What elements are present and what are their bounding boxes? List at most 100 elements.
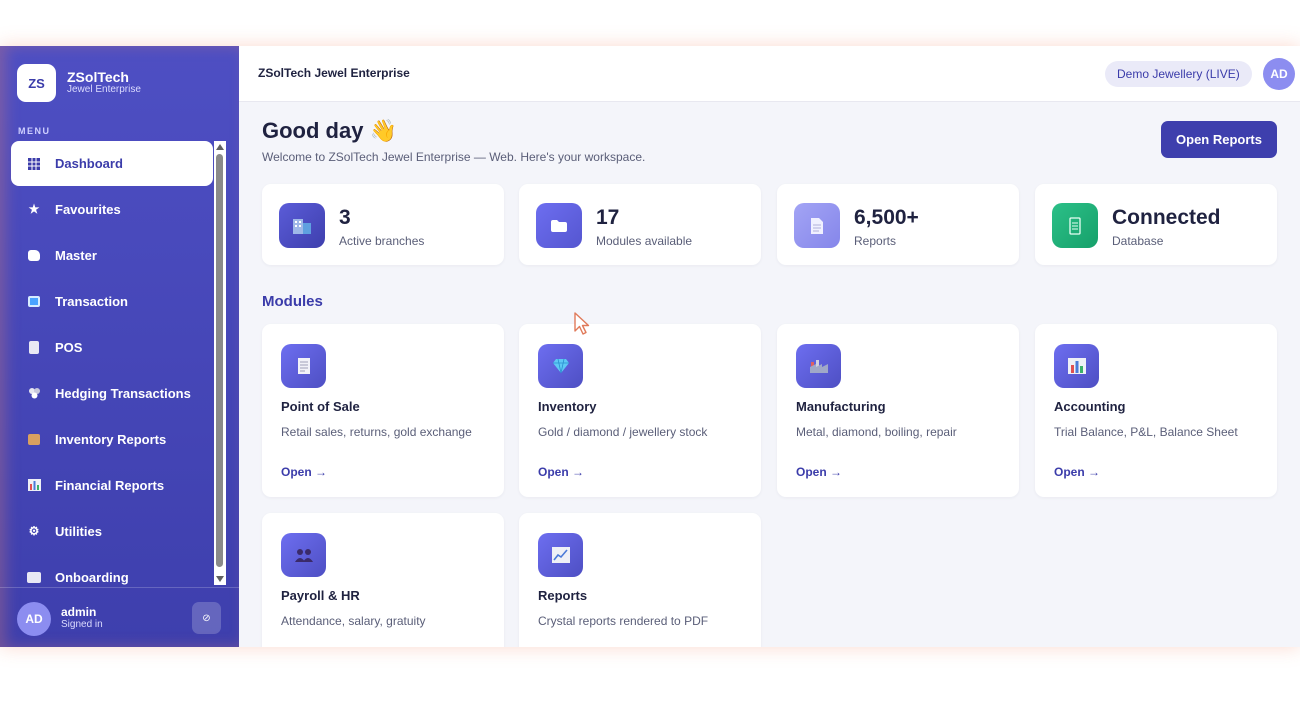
menu-label: MENU: [18, 126, 51, 136]
sidebar-item-financial-reports[interactable]: Financial Reports: [11, 462, 213, 508]
document-icon: [794, 203, 840, 248]
brand-name: ZSolTech: [67, 69, 129, 86]
sidebar-item-label: POS: [55, 339, 83, 355]
scroll-down-arrow-icon[interactable]: [216, 576, 224, 582]
top-avatar[interactable]: AD: [1263, 58, 1295, 90]
module-card-reports[interactable]: Reports Crystal reports rendered to PDF: [519, 513, 761, 647]
people-icon: [281, 533, 326, 577]
sidebar-item-label: Dashboard: [55, 156, 123, 171]
line-chart-icon: [538, 533, 583, 577]
environment-badge[interactable]: Demo Jewellery (LIVE): [1105, 61, 1252, 87]
stat-label: Modules available: [596, 234, 693, 248]
brand-subtitle: Jewel Enterprise: [67, 84, 141, 96]
page-title: Good day 👋: [262, 118, 397, 143]
module-description: Gold / diamond / jewellery stock: [538, 425, 708, 439]
module-title: Accounting: [1054, 399, 1126, 414]
sidebar-nav: Dashboard ★ Favourites Master Transactio…: [11, 141, 213, 600]
sidebar-item-favourites[interactable]: ★ Favourites: [11, 186, 213, 232]
receipt-icon: [281, 344, 326, 388]
module-description: Trial Balance, P&L, Balance Sheet: [1054, 425, 1238, 439]
stat-label: Reports: [854, 234, 897, 248]
stat-value: 17: [596, 206, 620, 229]
user-status: Signed in: [61, 619, 103, 630]
sidebar-item-label: Transaction: [55, 293, 128, 309]
brand[interactable]: ZS ZSolTech Jewel Enterprise: [17, 64, 141, 102]
stat-card-reports: 6,500+ Reports: [777, 184, 1019, 265]
receipt-icon: [27, 340, 41, 354]
module-card-inventory[interactable]: Inventory Gold / diamond / jewellery sto…: [519, 324, 761, 497]
module-title: Point of Sale: [281, 399, 360, 414]
bar-chart-icon: [1054, 344, 1099, 388]
mouse-cursor-icon: [574, 312, 590, 335]
folder-icon: [27, 248, 41, 262]
folder-icon: [536, 203, 582, 248]
sidebar-scrollbar[interactable]: [214, 141, 226, 585]
sidebar-item-hedging-transactions[interactable]: Hedging Transactions: [11, 370, 213, 416]
module-title: Manufacturing: [796, 399, 886, 414]
sidebar-item-inventory-reports[interactable]: Inventory Reports: [11, 416, 213, 462]
module-title: Inventory: [538, 399, 597, 414]
sidebar-item-utilities[interactable]: ⚙ Utilities: [11, 508, 213, 554]
star-icon: ★: [28, 202, 40, 216]
welcome-text: Welcome to ZSolTech Jewel Enterprise — W…: [262, 150, 646, 164]
open-link[interactable]: Open →: [281, 465, 327, 479]
stat-value: 6,500+: [854, 206, 919, 229]
app-window: ZS ZSolTech Jewel Enterprise MENU Dashbo…: [0, 46, 1300, 647]
stat-card-database: Connected Database: [1035, 184, 1277, 265]
user-panel: AD admin Signed in ⊘: [0, 587, 239, 647]
module-card-manufacturing[interactable]: Manufacturing Metal, diamond, boiling, r…: [777, 324, 1019, 497]
modules-heading: Modules: [262, 293, 323, 310]
sidebar-item-label: Favourites: [55, 201, 121, 217]
module-title: Payroll & HR: [281, 588, 360, 603]
open-link[interactable]: Open →: [1054, 465, 1100, 479]
stat-value: 3: [339, 206, 351, 229]
sidebar-item-transaction[interactable]: Transaction: [11, 278, 213, 324]
box-icon: [27, 432, 41, 446]
app-title: ZSolTech Jewel Enterprise: [258, 66, 410, 80]
factory-icon: [796, 344, 841, 388]
sidebar-item-master[interactable]: Master: [11, 232, 213, 278]
open-link[interactable]: Open →: [796, 465, 842, 479]
transfer-icon: [27, 294, 41, 308]
user-name: admin: [61, 605, 97, 619]
building-icon: [279, 203, 325, 248]
sidebar-item-dashboard[interactable]: Dashboard: [11, 141, 213, 186]
module-card-accounting[interactable]: Accounting Trial Balance, P&L, Balance S…: [1035, 324, 1277, 497]
open-link[interactable]: Open →: [538, 465, 584, 479]
logout-button[interactable]: ⊘: [192, 602, 221, 634]
coins-icon: [27, 386, 41, 400]
module-description: Crystal reports rendered to PDF: [538, 614, 709, 628]
power-icon: ⊘: [202, 612, 211, 624]
bar-chart-icon: [27, 478, 41, 492]
sidebar-item-label: Utilities: [55, 523, 102, 539]
sidebar-item-label: Inventory Reports: [55, 431, 167, 447]
onboarding-icon: [27, 570, 41, 584]
module-card-point-of-sale[interactable]: Point of Sale Retail sales, returns, gol…: [262, 324, 504, 497]
module-title: Reports: [538, 588, 588, 603]
module-description: Attendance, salary, gratuity: [281, 614, 426, 628]
open-reports-button[interactable]: Open Reports: [1161, 121, 1277, 158]
sidebar: ZS ZSolTech Jewel Enterprise MENU Dashbo…: [0, 46, 239, 647]
database-icon: [1052, 203, 1098, 248]
sidebar-item-pos[interactable]: POS: [11, 324, 213, 370]
sidebar-item-label: Hedging Transactions: [55, 385, 191, 401]
module-card-payroll-hr[interactable]: Payroll & HR Attendance, salary, gratuit…: [262, 513, 504, 647]
module-description: Metal, diamond, boiling, repair: [796, 425, 957, 439]
gear-icon: ⚙: [28, 524, 40, 538]
top-bar: ZSolTech Jewel Enterprise Demo Jewellery…: [239, 46, 1300, 102]
avatar[interactable]: AD: [17, 602, 51, 636]
stat-card-branches: 3 Active branches: [262, 184, 504, 265]
stat-card-modules: 17 Modules available: [519, 184, 761, 265]
sidebar-item-label: Master: [55, 247, 97, 263]
sidebar-item-label: Onboarding: [55, 569, 129, 585]
stat-label: Database: [1112, 234, 1164, 248]
scroll-up-arrow-icon[interactable]: [216, 144, 224, 150]
sidebar-item-label: Financial Reports: [55, 477, 165, 493]
module-description: Retail sales, returns, gold exchange: [281, 425, 472, 439]
stat-label: Active branches: [339, 234, 425, 248]
scrollbar-thumb[interactable]: [216, 154, 223, 567]
stat-value: Connected: [1112, 206, 1221, 229]
grid-icon: [27, 157, 41, 171]
brand-logo: ZS: [17, 64, 56, 102]
diamond-icon: [538, 344, 583, 388]
